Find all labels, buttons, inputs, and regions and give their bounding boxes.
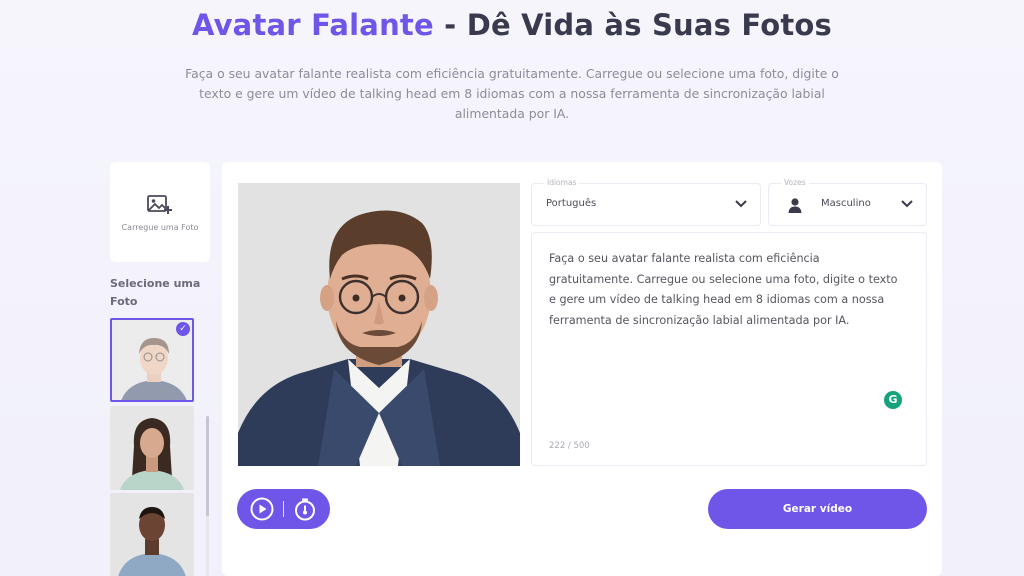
voice-select[interactable]: Vozes Masculino <box>768 178 927 226</box>
upload-photo-button[interactable]: Carregue uma Foto <box>110 162 210 262</box>
play-icon[interactable] <box>249 496 275 522</box>
photo-man-dark-image <box>110 493 194 576</box>
check-icon: ✓ <box>176 322 190 336</box>
character-count: 222 / 500 <box>549 441 590 451</box>
voice-value: Masculino <box>821 198 871 209</box>
page-title-accent: Avatar Falante <box>191 8 434 42</box>
chevron-down-icon <box>901 200 913 208</box>
grammarly-icon[interactable]: G <box>884 391 902 409</box>
photo-thumb-man-dark[interactable] <box>110 493 194 576</box>
photo-woman-image <box>110 406 194 490</box>
sidebar-scrollbar-thumb[interactable] <box>206 416 209 516</box>
page-title-rest: - Dê Vida às Suas Fotos <box>433 8 833 42</box>
language-legend: Idiomas <box>544 178 580 187</box>
person-icon <box>788 198 802 213</box>
controls-divider <box>283 501 284 517</box>
timer-icon[interactable] <box>292 496 318 522</box>
avatar-portrait-image <box>238 183 520 466</box>
image-plus-icon <box>147 194 172 214</box>
script-text[interactable]: Faça o seu avatar falante realista com e… <box>549 249 907 331</box>
page-description: Faça o seu avatar falante realista com e… <box>185 66 839 121</box>
script-textarea[interactable]: Faça o seu avatar falante realista com e… <box>531 232 927 466</box>
language-select[interactable]: Idiomas Português <box>531 178 761 226</box>
generate-video-button[interactable]: Gerar vídeo <box>708 489 927 529</box>
voice-legend: Vozes <box>781 178 809 187</box>
photo-sidebar: Carregue uma Foto Selecione uma Foto ✓ <box>110 162 210 576</box>
sidebar-scrollbar[interactable] <box>206 416 209 576</box>
upload-photo-label: Carregue uma Foto <box>121 222 199 232</box>
chevron-down-icon <box>735 200 747 208</box>
language-value: Português <box>546 198 597 209</box>
selected-avatar-preview <box>238 183 520 466</box>
page-title: Avatar Falante - Dê Vida às Suas Fotos <box>0 8 1024 42</box>
preview-controls <box>237 489 330 529</box>
photo-thumb-man-glasses[interactable]: ✓ <box>110 318 194 402</box>
select-photo-label: Selecione uma Foto <box>110 277 201 308</box>
editor-card: Idiomas Português Vozes Masculino Faça o… <box>222 162 942 576</box>
photo-thumb-woman[interactable] <box>110 406 194 490</box>
